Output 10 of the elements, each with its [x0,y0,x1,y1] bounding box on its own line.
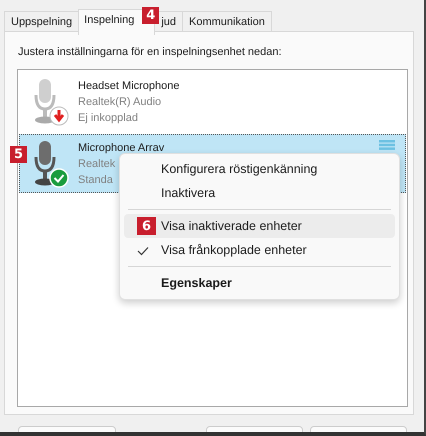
device-driver: Realtek(R) Audio [78,94,162,110]
device-driver: Realtek [78,156,116,172]
number-badge: 5 [10,146,27,163]
device-name: Headset Microphone [78,78,180,94]
instruction-text: Justera inställningarna för en inspelningsenhet nedan: [17,45,283,60]
device-status: Standa [78,172,114,188]
device-name: Microphone Arrav [78,140,164,156]
number-badge: 4 [142,7,160,24]
number-badge: 6 [137,217,156,235]
device-status: Ej inkopplad [78,110,139,126]
